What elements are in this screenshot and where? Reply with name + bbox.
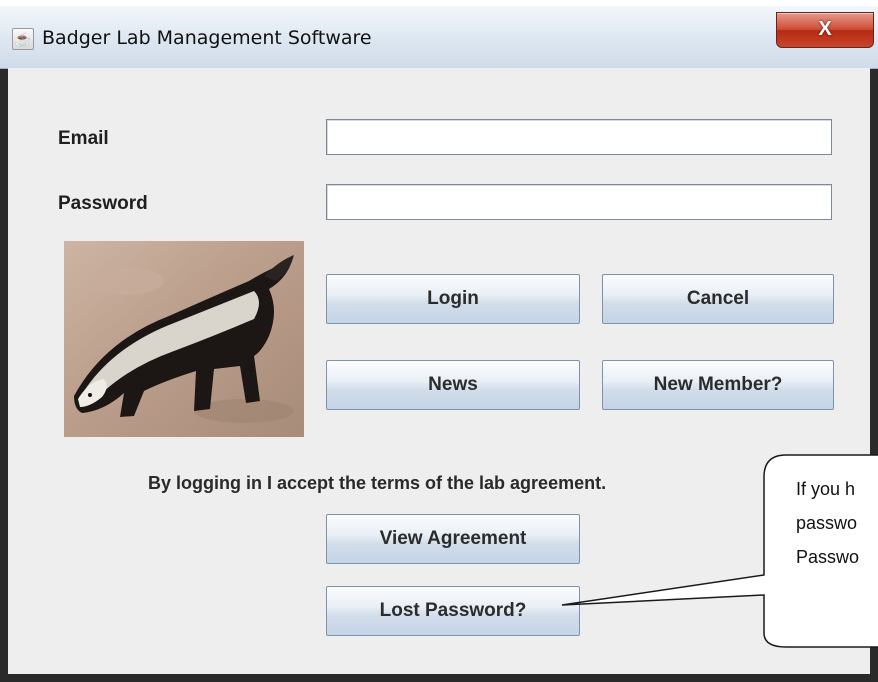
title-bar[interactable]: ☕ Badger Lab Management Software X [0, 6, 878, 69]
login-button[interactable]: Login [326, 274, 580, 324]
window-title: Badger Lab Management Software [42, 27, 372, 49]
callout-text: If you h passwo Passwo [796, 475, 859, 572]
close-button[interactable]: X [776, 12, 874, 48]
password-label: Password [58, 193, 148, 214]
honey-badger-photo [64, 241, 304, 437]
lost-password-button[interactable]: Lost Password? [326, 586, 580, 636]
view-agreement-button[interactable]: View Agreement [326, 514, 580, 564]
callout-line: passwo [796, 513, 858, 533]
email-label: Email [58, 128, 109, 149]
password-field[interactable] [326, 184, 832, 220]
callout-line: If you h [796, 479, 856, 499]
help-callout: If you h passwo Passwo [560, 445, 878, 650]
news-button[interactable]: News [326, 360, 580, 410]
callout-line: Passwo [796, 547, 860, 567]
cancel-button[interactable]: Cancel [602, 274, 834, 324]
java-cup-icon: ☕ [12, 28, 34, 50]
new-member-button[interactable]: New Member? [602, 360, 834, 410]
email-field[interactable] [326, 119, 832, 155]
agreement-notice: By logging in I accept the terms of the … [148, 473, 607, 493]
